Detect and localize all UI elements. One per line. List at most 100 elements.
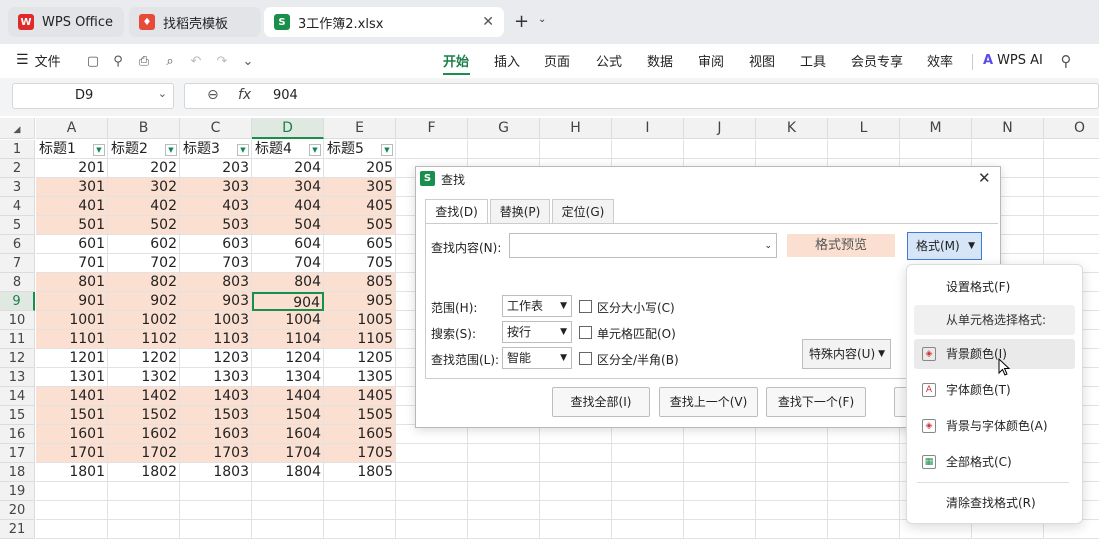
empty-cell[interactable] bbox=[396, 140, 468, 159]
find-all-button[interactable]: 查找全部(I) bbox=[552, 387, 650, 417]
empty-cell[interactable] bbox=[1044, 235, 1099, 254]
row-header-6[interactable]: 6 bbox=[0, 235, 35, 254]
data-cell[interactable]: 1202 bbox=[108, 349, 180, 368]
data-cell[interactable]: 1002 bbox=[108, 311, 180, 330]
data-cell[interactable]: 1704 bbox=[252, 444, 324, 463]
empty-cell[interactable] bbox=[1044, 216, 1099, 235]
redo-icon[interactable]: ↷ bbox=[214, 53, 230, 69]
empty-cell[interactable] bbox=[684, 482, 756, 501]
find-input[interactable]: ⌄ bbox=[509, 233, 777, 258]
data-cell[interactable]: 1404 bbox=[252, 387, 324, 406]
data-cell[interactable]: 1803 bbox=[180, 463, 252, 482]
column-header-g[interactable]: G bbox=[468, 118, 540, 139]
row-header-20[interactable]: 20 bbox=[0, 501, 35, 520]
column-header-f[interactable]: F bbox=[396, 118, 468, 139]
filter-dropdown-icon[interactable]: ▼ bbox=[165, 144, 177, 156]
column-header-a[interactable]: A bbox=[36, 118, 108, 139]
data-cell[interactable]: 803 bbox=[180, 273, 252, 292]
empty-cell[interactable] bbox=[396, 444, 468, 463]
column-header-b[interactable]: B bbox=[108, 118, 180, 139]
format-button[interactable]: 格式(M) ▼ bbox=[907, 232, 982, 260]
format-painter-icon[interactable]: ⚲ bbox=[110, 53, 126, 69]
menu-tab-review[interactable]: 审阅 bbox=[698, 48, 724, 72]
data-cell[interactable]: 301 bbox=[36, 178, 108, 197]
empty-cell[interactable] bbox=[1044, 159, 1099, 178]
data-cell[interactable]: 1402 bbox=[108, 387, 180, 406]
file-menu[interactable]: ☰ 文件 bbox=[16, 48, 61, 72]
tab-replace[interactable]: 替换(P) bbox=[490, 199, 550, 224]
data-cell[interactable]: 1001 bbox=[36, 311, 108, 330]
empty-cell[interactable] bbox=[684, 463, 756, 482]
close-tab-icon[interactable]: ✕ bbox=[482, 14, 494, 30]
data-cell[interactable]: 502 bbox=[108, 216, 180, 235]
data-cell[interactable]: 1005 bbox=[324, 311, 396, 330]
empty-cell[interactable] bbox=[828, 501, 900, 520]
menu-item-all-format[interactable]: ▦ 全部格式(C) bbox=[914, 447, 1075, 477]
empty-cell[interactable] bbox=[468, 482, 540, 501]
special-content-button[interactable]: 特殊内容(U) ▼ bbox=[802, 339, 891, 369]
column-header-m[interactable]: M bbox=[900, 118, 972, 139]
find-previous-button[interactable]: 查找上一个(V) bbox=[659, 387, 758, 417]
data-cell[interactable]: 403 bbox=[180, 197, 252, 216]
chevron-down-icon[interactable]: ⌄ bbox=[764, 236, 772, 256]
data-cell[interactable]: 1603 bbox=[180, 425, 252, 444]
empty-cell[interactable] bbox=[756, 140, 828, 159]
empty-cell[interactable] bbox=[108, 520, 180, 539]
empty-cell[interactable] bbox=[396, 501, 468, 520]
data-cell[interactable]: 801 bbox=[36, 273, 108, 292]
empty-cell[interactable] bbox=[612, 520, 684, 539]
empty-cell[interactable] bbox=[540, 140, 612, 159]
menu-item-font-color[interactable]: A 字体颜色(T) bbox=[914, 375, 1075, 405]
find-next-button[interactable]: 查找下一个(F) bbox=[766, 387, 866, 417]
data-cell[interactable]: 704 bbox=[252, 254, 324, 273]
column-header-j[interactable]: J bbox=[684, 118, 756, 139]
tab-workbook[interactable]: S 3工作簿2.xlsx ✕ bbox=[264, 7, 504, 37]
empty-cell[interactable] bbox=[468, 463, 540, 482]
data-cell[interactable]: 1305 bbox=[324, 368, 396, 387]
data-cell[interactable]: 1801 bbox=[36, 463, 108, 482]
row-header-13[interactable]: 13 bbox=[0, 368, 35, 387]
empty-cell[interactable] bbox=[756, 501, 828, 520]
data-cell[interactable]: 504 bbox=[252, 216, 324, 235]
tab-wps-office[interactable]: W WPS Office bbox=[8, 7, 124, 37]
empty-cell[interactable] bbox=[180, 501, 252, 520]
data-cell[interactable]: 401 bbox=[36, 197, 108, 216]
data-cell[interactable]: 705 bbox=[324, 254, 396, 273]
data-cell[interactable]: 1003 bbox=[180, 311, 252, 330]
data-cell[interactable]: 802 bbox=[108, 273, 180, 292]
menu-item-clear-format[interactable]: 清除查找格式(R) bbox=[914, 488, 1075, 518]
data-cell[interactable]: 1802 bbox=[108, 463, 180, 482]
search-icon[interactable]: ⚲ bbox=[1058, 52, 1074, 70]
data-cell[interactable]: 1703 bbox=[180, 444, 252, 463]
data-cell[interactable]: 202 bbox=[108, 159, 180, 178]
menu-tab-insert[interactable]: 插入 bbox=[494, 48, 520, 72]
empty-cell[interactable] bbox=[684, 140, 756, 159]
row-header-8[interactable]: 8 bbox=[0, 273, 35, 292]
data-cell[interactable]: 1405 bbox=[324, 387, 396, 406]
column-header-l[interactable]: L bbox=[828, 118, 900, 139]
tab-docer[interactable]: ♦ 找稻壳模板 bbox=[129, 7, 261, 37]
data-cell[interactable]: 405 bbox=[324, 197, 396, 216]
empty-cell[interactable] bbox=[828, 463, 900, 482]
menu-item-bg-font-color[interactable]: ◈ 背景与字体颜色(A) bbox=[914, 411, 1075, 441]
column-header-c[interactable]: C bbox=[180, 118, 252, 139]
empty-cell[interactable] bbox=[36, 520, 108, 539]
lookin-select[interactable]: 智能 ▼ bbox=[502, 347, 572, 369]
header-cell[interactable]: 标题1 ▼ bbox=[36, 140, 108, 159]
row-header-10[interactable]: 10 bbox=[0, 311, 35, 330]
row-header-14[interactable]: 14 bbox=[0, 387, 35, 406]
more-chevron-icon[interactable]: ⌄ bbox=[240, 53, 256, 69]
data-cell[interactable]: 603 bbox=[180, 235, 252, 254]
empty-cell[interactable] bbox=[396, 520, 468, 539]
data-cell[interactable]: 1602 bbox=[108, 425, 180, 444]
data-cell[interactable]: 1205 bbox=[324, 349, 396, 368]
match-case-checkbox[interactable] bbox=[579, 300, 592, 313]
empty-cell[interactable] bbox=[108, 482, 180, 501]
menu-tab-tools[interactable]: 工具 bbox=[800, 48, 826, 72]
empty-cell[interactable] bbox=[396, 463, 468, 482]
select-all-corner[interactable]: ◢ bbox=[0, 118, 35, 139]
data-cell[interactable]: 305 bbox=[324, 178, 396, 197]
data-cell[interactable]: 1103 bbox=[180, 330, 252, 349]
data-cell[interactable]: 404 bbox=[252, 197, 324, 216]
data-cell[interactable]: 205 bbox=[324, 159, 396, 178]
